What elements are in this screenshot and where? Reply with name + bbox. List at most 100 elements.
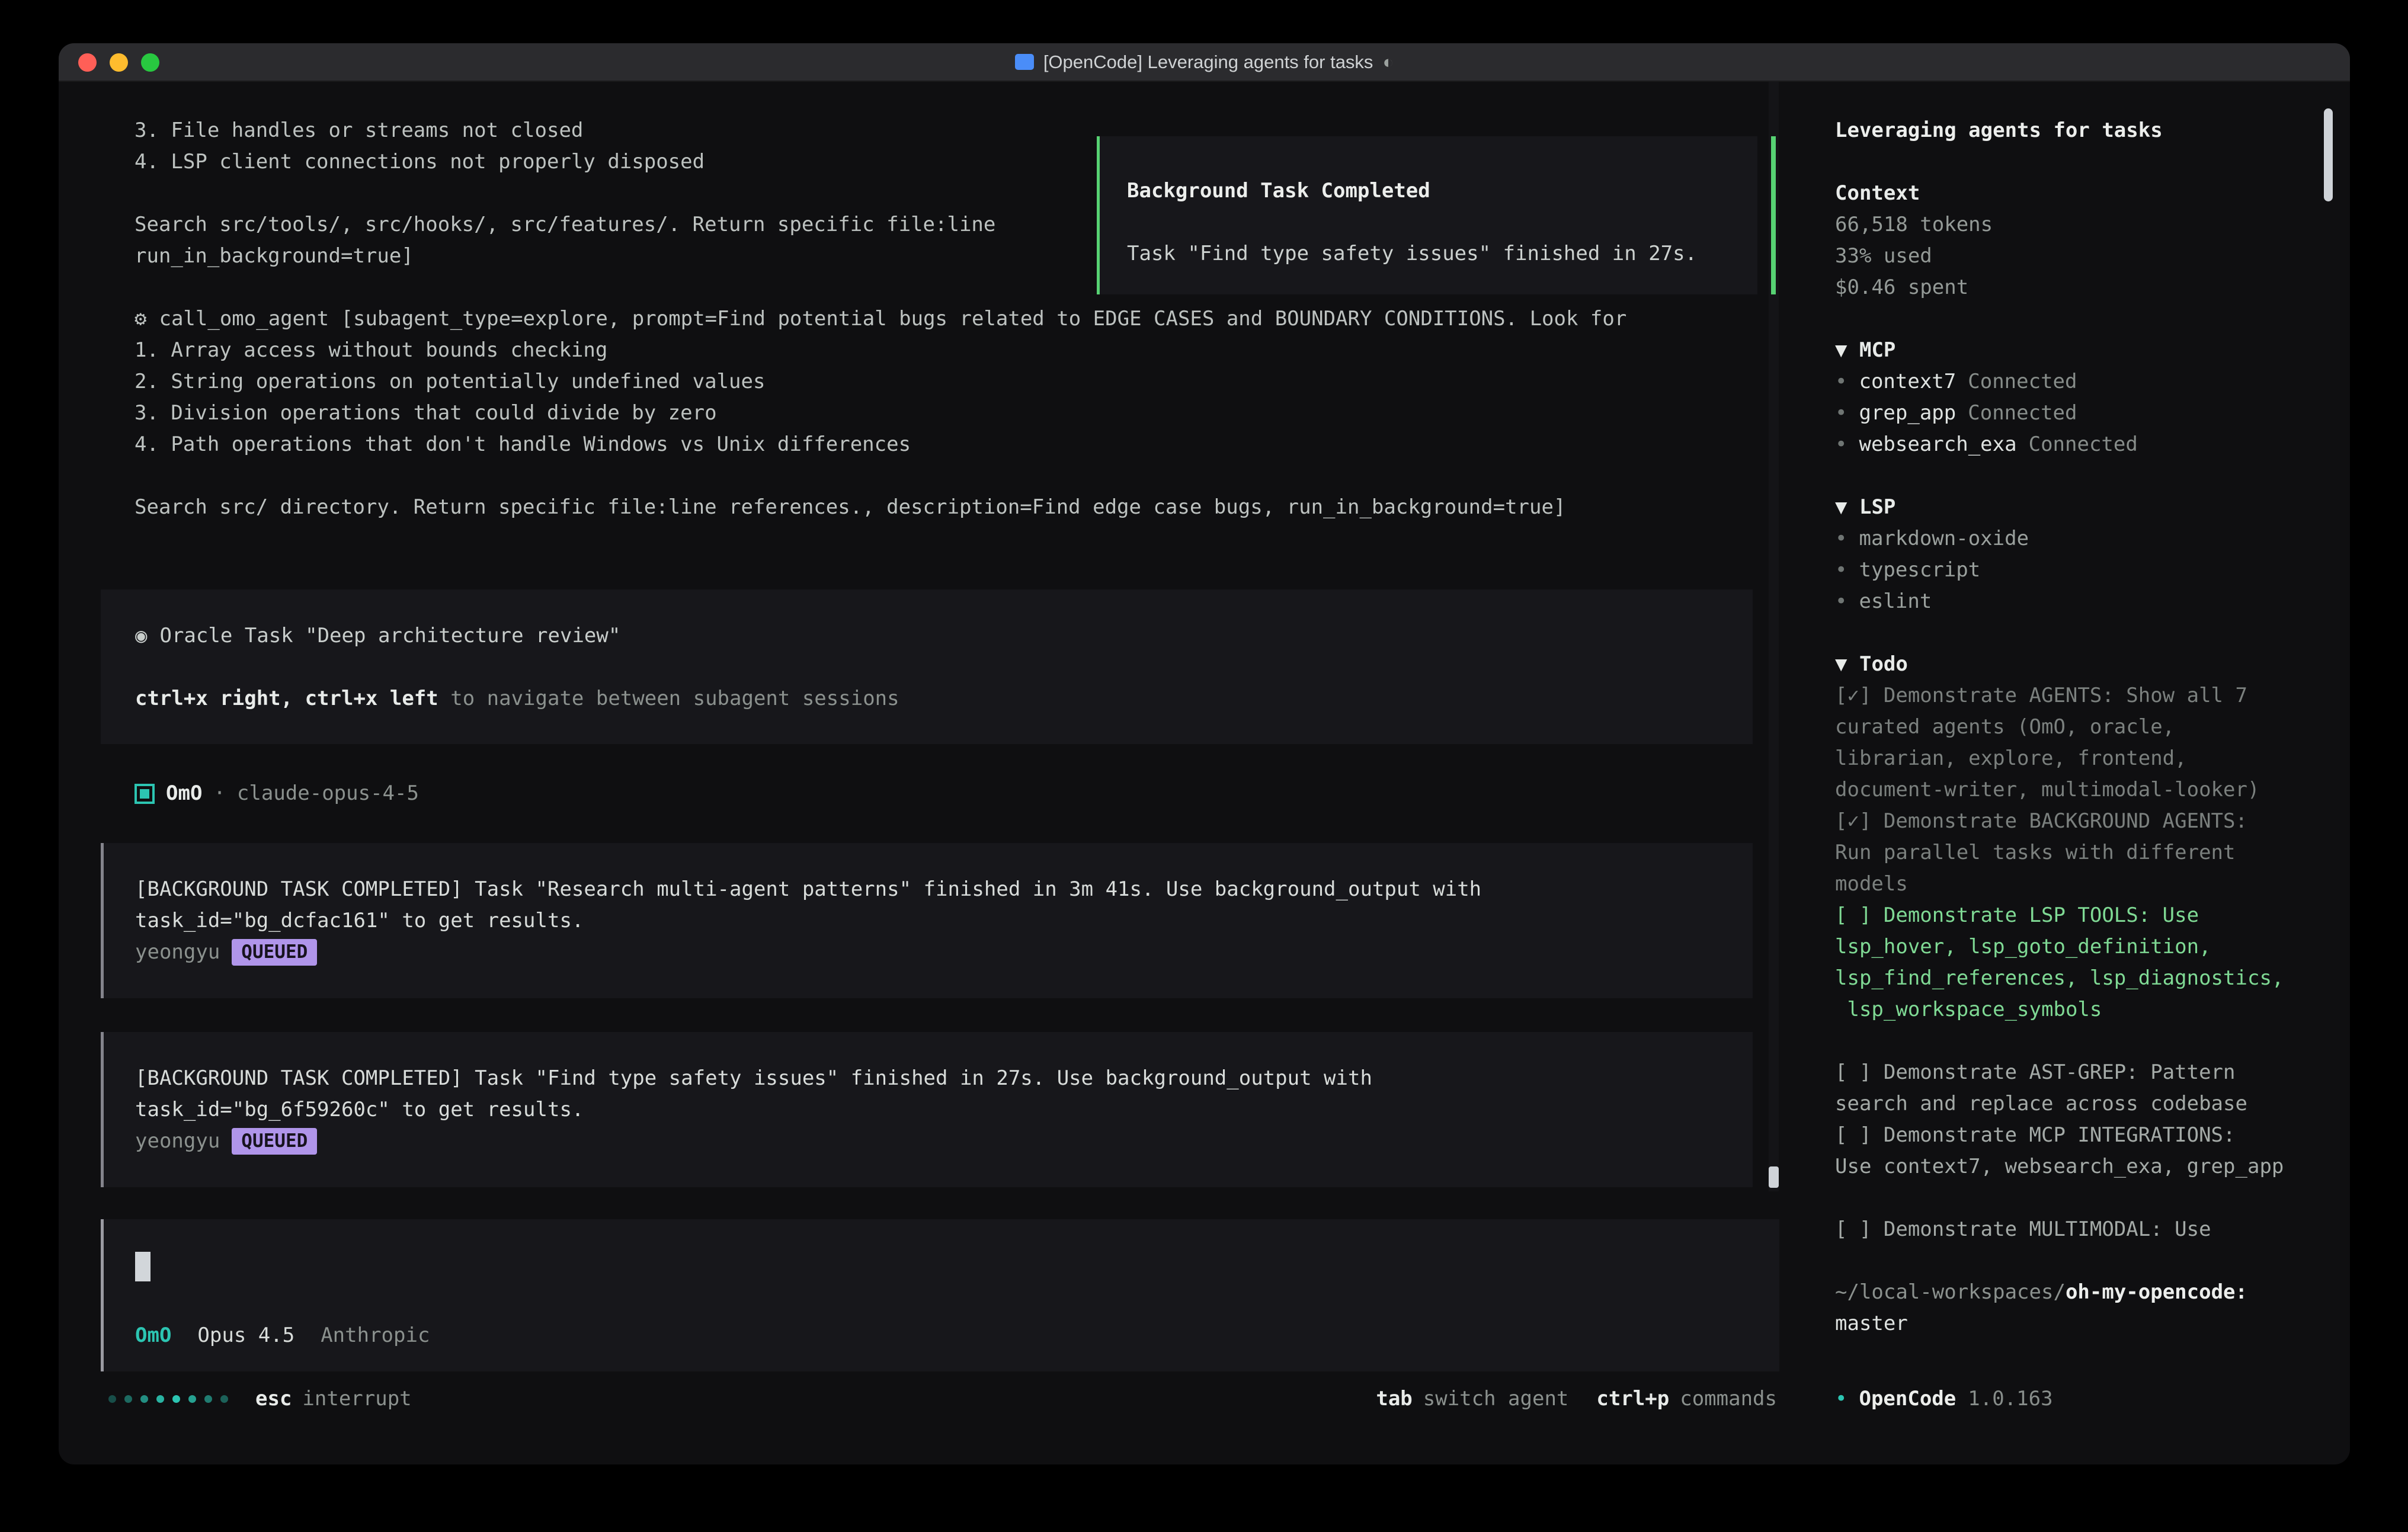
todo-item: [✓] Demonstrate AGENTS: Show all 7 curat… <box>1835 680 2294 806</box>
oracle-task-panel[interactable]: ◉Oracle Task "Deep architecture review" … <box>101 589 1753 744</box>
tool-call-item: 4. Path operations that don't handle Win… <box>135 429 1753 460</box>
todo-item: [ ] Demonstrate MULTIMODAL: Use <box>1835 1214 2294 1245</box>
commands-key-hint: ctrl+p <box>1596 1383 1669 1415</box>
toast-scroll-marker <box>1771 136 1776 294</box>
input-meta: OmO Opus 4.5 Anthropic <box>135 1320 1779 1351</box>
todo-section-toggle[interactable]: ▼ Todo <box>1835 649 2294 680</box>
bullet-icon: • <box>1835 366 1847 398</box>
notification-toast[interactable]: Background Task Completed Task "Find typ… <box>1097 136 1757 294</box>
terminal-window: [OpenCode] Leveraging agents for tasks◐ … <box>59 43 2350 1464</box>
spinner-dots-icon <box>108 1395 228 1403</box>
sidebar-scrollbar-thumb[interactable] <box>2324 108 2333 201</box>
subagent-nav-hint: ctrl+x right, ctrl+x left to navigate be… <box>135 683 1753 714</box>
chat-area: 3. File handles or streams not closed 4.… <box>59 82 1779 1464</box>
context-tokens: 66,518 tokens <box>1835 209 2294 241</box>
titlebar[interactable]: [OpenCode] Leveraging agents for tasks ◐ <box>59 43 2350 82</box>
lsp-item: •eslint <box>1835 586 2294 617</box>
traffic-lights <box>78 43 159 82</box>
bullet-icon: • <box>1835 429 1847 460</box>
window-title-text: [OpenCode] Leveraging agents for tasks <box>1043 52 1373 73</box>
gear-icon: ⚙ <box>135 307 146 331</box>
task-message-line: task_id="bg_dcfac161" to get results. <box>135 905 1729 937</box>
lsp-item: •markdown-oxide <box>1835 523 2294 555</box>
tab-key-hint: tab <box>1376 1383 1412 1415</box>
separator: · <box>213 778 225 809</box>
task-author: yeongyu <box>135 937 220 968</box>
bullet-icon: • <box>1835 586 1847 617</box>
zoom-button[interactable] <box>141 53 159 72</box>
context-heading: Context <box>1835 178 2294 209</box>
tool-call-text: call_omo_agent [subagent_type=explore, p… <box>159 307 1626 331</box>
mcp-item: •grep_appConnected <box>1835 398 2294 429</box>
omo-agent-icon <box>135 784 155 804</box>
todo-item: [ ] Demonstrate AST-GREP: Pattern search… <box>1835 1057 2294 1120</box>
chevron-down-icon: ▼ <box>1835 495 1847 519</box>
hint-text: to navigate between subagent sessions <box>438 687 899 710</box>
context-used: 33% used <box>1835 241 2294 272</box>
task-meta: yeongyu QUEUED <box>135 1126 1729 1157</box>
close-button[interactable] <box>78 53 97 72</box>
git-branch: master <box>1835 1308 2294 1339</box>
app-version: 1.0.163 <box>1968 1383 2052 1415</box>
input-model: Opus 4.5 <box>197 1320 294 1351</box>
lsp-item: •typescript <box>1835 555 2294 586</box>
lsp-section-toggle[interactable]: ▼ LSP <box>1835 492 2294 523</box>
todo-item: [ ] Demonstrate MCP INTEGRATIONS: Use co… <box>1835 1120 2294 1182</box>
tab-key-label: switch agent <box>1423 1383 1569 1415</box>
task-message-line: [BACKGROUND TASK COMPLETED] Task "Find t… <box>135 1063 1729 1094</box>
mcp-item: •context7Connected <box>1835 366 2294 398</box>
esc-key-label: interrupt <box>302 1383 411 1415</box>
toast-title: Background Task Completed <box>1127 175 1757 207</box>
tool-call-line: ⚙ call_omo_agent [subagent_type=explore, … <box>135 303 1753 335</box>
text-cursor <box>135 1252 150 1281</box>
task-meta: yeongyu QUEUED <box>135 937 1729 968</box>
tool-call-item: 3. Division operations that could divide… <box>135 398 1753 429</box>
bullet-icon: • <box>1835 1383 1847 1415</box>
oracle-task-title: ◉ Oracle Task "Deep architecture review" <box>135 620 1753 652</box>
main-scrollbar[interactable] <box>1769 82 1779 1191</box>
mcp-section-toggle[interactable]: ▼ MCP <box>1835 335 2294 366</box>
agent-name: OmO <box>166 778 202 809</box>
input-provider: Anthropic <box>321 1320 430 1351</box>
todo-item: [✓] Demonstrate BACKGROUND AGENTS: Run p… <box>1835 806 2294 900</box>
task-message-line: [BACKGROUND TASK COMPLETED] Task "Resear… <box>135 874 1729 905</box>
oracle-icon: ◉ <box>135 624 147 648</box>
tool-call-item: 2. String operations on potentially unde… <box>135 366 1753 398</box>
esc-key-hint: esc <box>255 1383 292 1415</box>
bullet-icon: • <box>1835 555 1847 586</box>
todo-item: [ ] Demonstrate LSP TOOLS: Use lsp_hover… <box>1835 900 2294 1025</box>
bullet-icon: • <box>1835 523 1847 555</box>
workspace-path: ~/local-workspaces/oh-my-opencode: <box>1835 1277 2294 1308</box>
toast-body: Task "Find type safety issues" finished … <box>1127 238 1757 270</box>
hint-keys: ctrl+x right, ctrl+x left <box>135 687 438 710</box>
prompt-input[interactable]: OmO Opus 4.5 Anthropic <box>101 1219 1779 1371</box>
chevron-down-icon: ▼ <box>1835 338 1847 362</box>
agent-header: OmO · claude-opus-4-5 <box>135 778 1753 809</box>
chevron-down-icon: ▼ <box>1835 652 1847 676</box>
app-version-footer: • OpenCode 1.0.163 <box>1835 1383 2053 1415</box>
tool-call-item: 1. Array access without bounds checking <box>135 335 1753 366</box>
status-badge: QUEUED <box>232 939 317 966</box>
session-indicator-icon: ◐ <box>1382 52 1394 73</box>
status-badge: QUEUED <box>232 1128 317 1155</box>
agent-model: claude-opus-4-5 <box>237 778 419 809</box>
session-title: Leveraging agents for tasks <box>1835 115 2294 146</box>
context-spent: $0.46 spent <box>1835 272 2294 303</box>
background-task-card[interactable]: [BACKGROUND TASK COMPLETED] Task "Find t… <box>101 1032 1753 1187</box>
status-bar: esc interrupt tab switch agent ctrl+p co… <box>59 1383 1779 1415</box>
background-task-card[interactable]: [BACKGROUND TASK COMPLETED] Task "Resear… <box>101 843 1753 998</box>
oracle-title-text: Oracle Task "Deep architecture review" <box>159 624 620 648</box>
document-icon <box>1015 54 1034 70</box>
tool-call-line: Search src/ directory. Return specific f… <box>135 492 1753 523</box>
commands-key-label: commands <box>1680 1383 1777 1415</box>
session-sidebar: Leveraging agents for tasks Context 66,5… <box>1812 82 2350 1464</box>
scrollbar-thumb[interactable] <box>1769 1166 1779 1188</box>
app-name: OpenCode <box>1859 1383 1956 1415</box>
mcp-item: •websearch_exaConnected <box>1835 429 2294 460</box>
task-message-line: task_id="bg_6f59260c" to get results. <box>135 1094 1729 1126</box>
input-agent: OmO <box>135 1320 171 1351</box>
task-author: yeongyu <box>135 1126 220 1157</box>
minimize-button[interactable] <box>110 53 128 72</box>
window-title: [OpenCode] Leveraging agents for tasks ◐ <box>1015 52 1394 73</box>
bullet-icon: • <box>1835 398 1847 429</box>
